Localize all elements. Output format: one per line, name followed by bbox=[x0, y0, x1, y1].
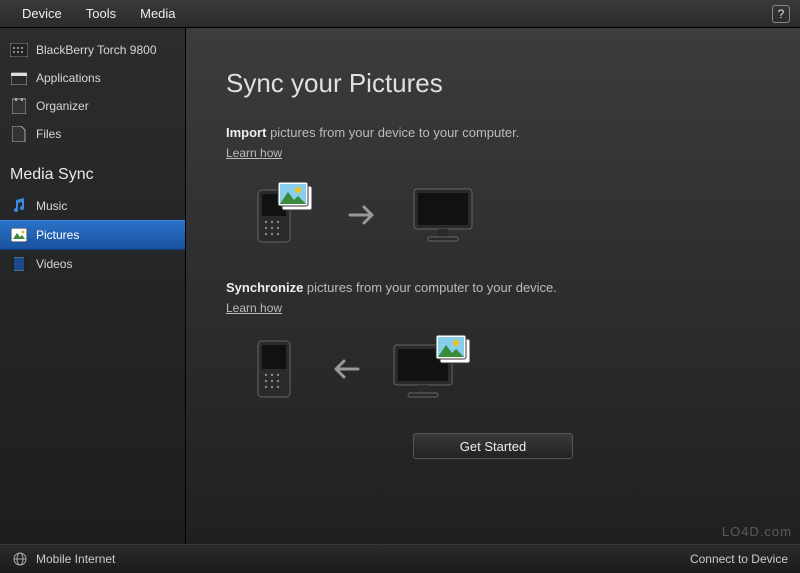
applications-icon bbox=[10, 70, 28, 86]
content-area: BlackBerry Torch 9800 Applications Organ… bbox=[0, 28, 800, 544]
main-panel: Sync your Pictures Import pictures from … bbox=[186, 28, 800, 544]
menu-tools[interactable]: Tools bbox=[74, 2, 128, 25]
menubar: Device Tools Media ? bbox=[0, 0, 800, 28]
synchronize-section: Synchronize pictures from your computer … bbox=[226, 280, 760, 403]
sidebar-item-organizer[interactable]: Organizer bbox=[0, 92, 185, 120]
import-bold-word: Import bbox=[226, 125, 266, 140]
sidebar-item-label: Pictures bbox=[36, 228, 79, 242]
files-icon bbox=[10, 126, 28, 142]
sidebar: BlackBerry Torch 9800 Applications Organ… bbox=[0, 28, 186, 544]
get-started-button[interactable]: Get Started bbox=[413, 433, 573, 459]
synchronize-description: Synchronize pictures from your computer … bbox=[226, 280, 760, 295]
arrow-right-icon bbox=[348, 203, 380, 227]
computer-with-photo-icon bbox=[388, 335, 478, 403]
sync-rest-text: pictures from your computer to your devi… bbox=[303, 280, 557, 295]
videos-icon bbox=[10, 256, 28, 272]
sidebar-item-label: Music bbox=[36, 199, 67, 213]
globe-icon bbox=[12, 551, 28, 567]
sidebar-item-files[interactable]: Files bbox=[0, 120, 185, 148]
sidebar-item-label: Files bbox=[36, 127, 61, 141]
section-title-label: Media Sync bbox=[10, 166, 94, 184]
menu-media[interactable]: Media bbox=[128, 2, 187, 25]
synchronize-illustration bbox=[226, 335, 760, 403]
connect-to-device-link[interactable]: Connect to Device bbox=[690, 552, 788, 566]
sidebar-item-label: BlackBerry Torch 9800 bbox=[36, 43, 157, 57]
import-rest-text: pictures from your device to your comput… bbox=[266, 125, 519, 140]
import-section: Import pictures from your device to your… bbox=[226, 125, 760, 250]
sidebar-item-music[interactable]: Music bbox=[0, 192, 185, 220]
sidebar-item-pictures[interactable]: Pictures bbox=[0, 220, 185, 250]
sidebar-item-label: Videos bbox=[36, 257, 72, 271]
sidebar-item-device[interactable]: BlackBerry Torch 9800 bbox=[0, 36, 185, 64]
import-description: Import pictures from your device to your… bbox=[226, 125, 760, 140]
import-learn-how-link[interactable]: Learn how bbox=[226, 146, 282, 160]
sync-bold-word: Synchronize bbox=[226, 280, 303, 295]
footer: Mobile Internet Connect to Device bbox=[0, 544, 800, 573]
device-with-photo-icon bbox=[250, 180, 320, 250]
music-icon bbox=[10, 198, 28, 214]
computer-icon bbox=[408, 185, 478, 245]
sidebar-item-label: Organizer bbox=[36, 99, 89, 113]
sidebar-item-videos[interactable]: Videos bbox=[0, 250, 185, 278]
menu-device[interactable]: Device bbox=[10, 2, 74, 25]
mobile-internet-link[interactable]: Mobile Internet bbox=[36, 552, 115, 566]
sidebar-item-applications[interactable]: Applications bbox=[0, 64, 185, 92]
pictures-icon bbox=[10, 227, 28, 243]
import-illustration bbox=[226, 180, 760, 250]
organizer-icon bbox=[10, 98, 28, 114]
sidebar-item-label: Applications bbox=[36, 71, 101, 85]
sidebar-section-media-sync: Media Sync bbox=[0, 148, 185, 192]
synchronize-learn-how-link[interactable]: Learn how bbox=[226, 301, 282, 315]
help-icon[interactable]: ? bbox=[772, 5, 790, 23]
arrow-left-icon bbox=[328, 357, 360, 381]
page-title: Sync your Pictures bbox=[226, 68, 760, 99]
blackberry-device-icon bbox=[10, 42, 28, 58]
device-icon bbox=[250, 335, 300, 403]
